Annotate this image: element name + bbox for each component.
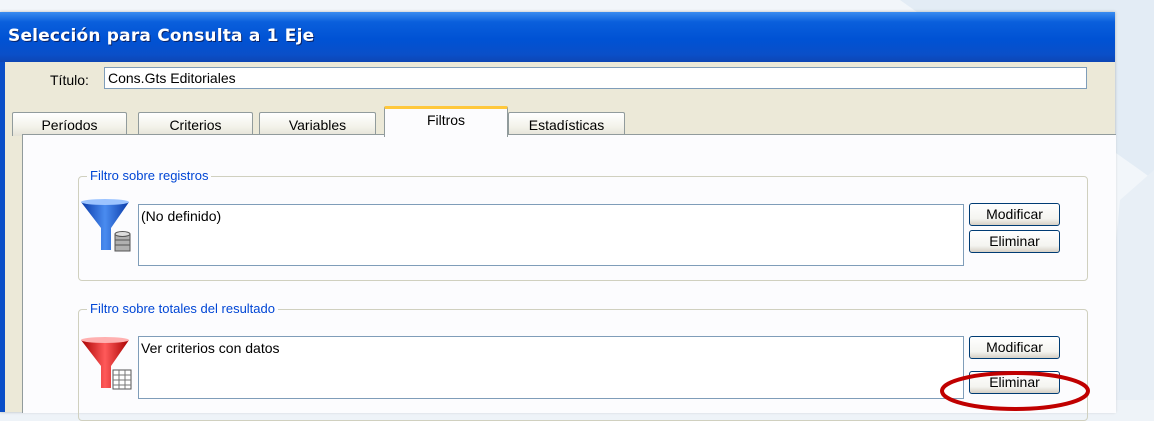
title-input[interactable]: Cons.Gts Editoriales (104, 67, 1087, 89)
total-filter-group: Filtro sobre totales del resultado Ver c… (78, 301, 1088, 421)
total-filter-textbox[interactable]: Ver criterios con datos (138, 336, 964, 399)
dialog-window: Selección para Consulta a 1 Eje Título: … (0, 12, 1116, 421)
tab-periodos[interactable]: Períodos (12, 112, 127, 136)
title-label: Título: (50, 72, 89, 88)
window-title: Selección para Consulta a 1 Eje (8, 26, 315, 46)
tab-criterios[interactable]: Criterios (138, 112, 253, 136)
record-filter-textbox[interactable]: (No definido) (138, 204, 964, 266)
tab-bar: Períodos Criterios Variables Filtros Est… (0, 104, 1115, 137)
record-filter-delete-button[interactable]: Eliminar (969, 230, 1060, 253)
funnel-table-icon (81, 337, 132, 390)
tab-filtros[interactable]: Filtros (384, 106, 508, 137)
tab-variables[interactable]: Variables (259, 112, 376, 136)
total-filter-modify-button[interactable]: Modificar (969, 336, 1060, 359)
record-filter-modify-button[interactable]: Modificar (969, 203, 1060, 226)
record-filter-legend: Filtro sobre registros (87, 168, 212, 183)
title-bar[interactable]: Selección para Consulta a 1 Eje (0, 12, 1115, 62)
total-filter-legend: Filtro sobre totales del resultado (87, 301, 278, 316)
tab-estadisticas[interactable]: Estadísticas (508, 112, 625, 136)
highlight-ellipse (940, 371, 1090, 411)
funnel-database-icon (81, 199, 131, 252)
record-filter-group: Filtro sobre registros (No definido) Mod… (78, 168, 1088, 281)
